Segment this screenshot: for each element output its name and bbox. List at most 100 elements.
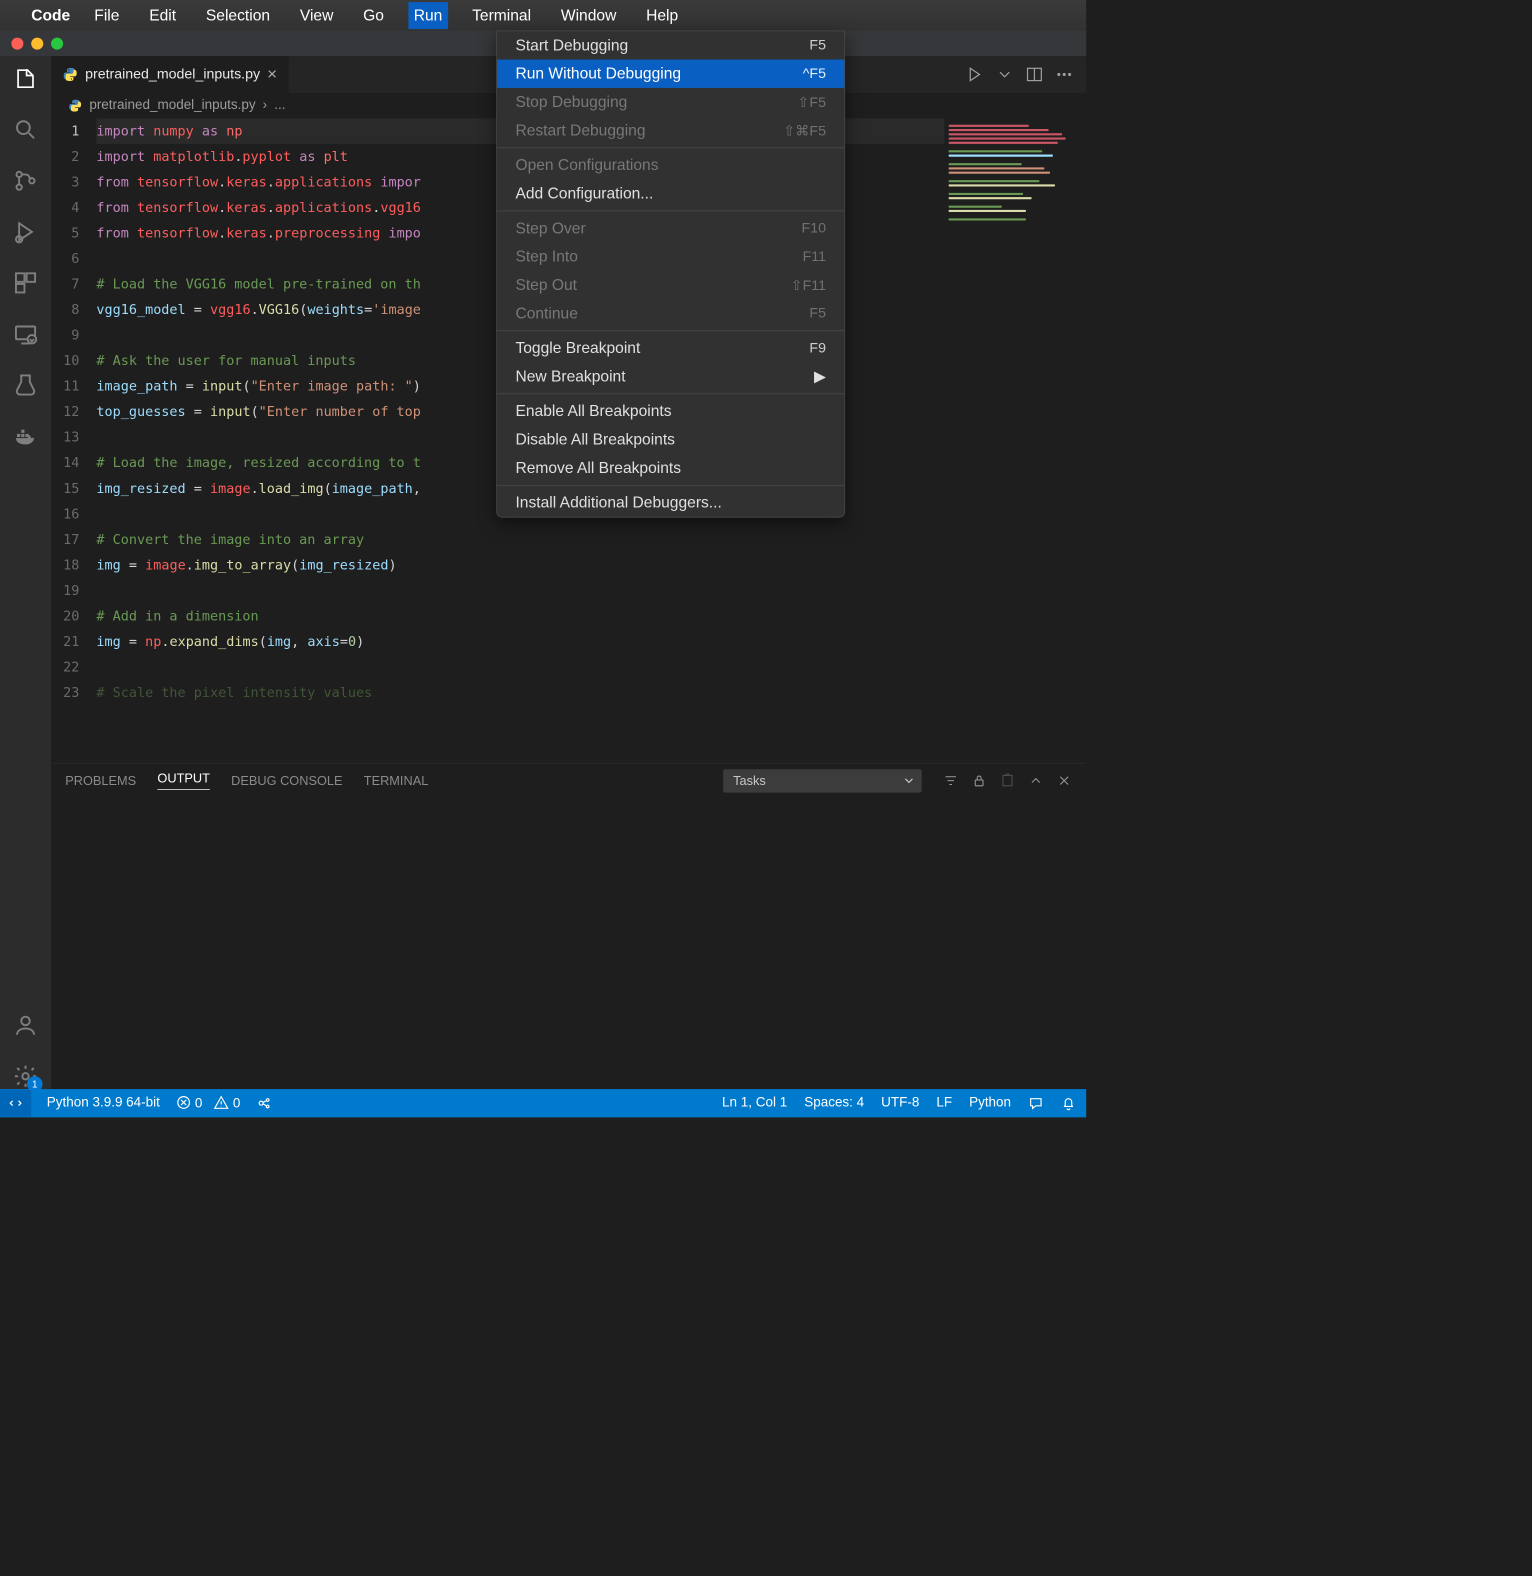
line-number: 3 [51,169,79,195]
menu-go[interactable]: Go [357,2,389,29]
accounts-icon[interactable] [13,1012,39,1038]
menu-item-stop-debugging: Stop Debugging⇧F5 [497,88,844,116]
output-channel-select[interactable]: Tasks [723,769,922,792]
menu-item-label: Restart Debugging [515,121,645,139]
tab-close-icon[interactable]: × [267,65,277,85]
menu-shortcut: F5 [809,305,826,321]
menu-item-toggle-breakpoint[interactable]: Toggle BreakpointF9 [497,334,844,362]
menu-view[interactable]: View [294,2,339,29]
panel-tab-debug-console[interactable]: DEBUG CONSOLE [231,773,342,788]
breadcrumb-sep-icon: › [263,98,267,114]
status-bar: Python 3.9.9 64-bit 0 0 Ln 1, Col 1 Spac… [0,1089,1086,1117]
status-python-version[interactable]: Python 3.9.9 64-bit [47,1095,160,1111]
menu-item-label: Step Into [515,247,577,265]
menu-item-remove-all-breakpoints[interactable]: Remove All Breakpoints [497,454,844,482]
panel-tab-problems[interactable]: PROBLEMS [65,773,136,788]
chevron-down-icon[interactable] [995,65,1013,83]
menu-item-label: Disable All Breakpoints [515,430,675,448]
line-number: 12 [51,399,79,425]
code-line[interactable] [96,578,1086,604]
menu-shortcut: F10 [802,220,826,236]
status-problems[interactable]: 0 0 [175,1095,240,1112]
search-icon[interactable] [13,117,39,143]
menu-selection[interactable]: Selection [200,2,276,29]
code-line[interactable]: # Scale the pixel intensity values [96,680,1086,706]
line-number: 22 [51,654,79,680]
menu-shortcut: ⇧F5 [798,93,826,111]
close-panel-icon[interactable] [1056,773,1072,789]
run-debug-icon[interactable] [13,219,39,245]
line-number: 6 [51,246,79,272]
code-line[interactable] [96,654,1086,680]
menu-edit[interactable]: Edit [144,2,182,29]
clear-output-icon[interactable] [1000,773,1016,789]
line-number: 15 [51,476,79,502]
panel-tab-output[interactable]: OUTPUT [157,771,209,789]
explorer-icon[interactable] [13,66,39,92]
settings-gear-icon[interactable]: 1 [13,1064,39,1090]
remote-indicator-icon[interactable] [0,1090,31,1117]
code-line[interactable]: # Add in a dimension [96,603,1086,629]
docker-icon[interactable] [13,423,39,449]
menu-shortcut: F11 [803,249,826,265]
menu-item-disable-all-breakpoints[interactable]: Disable All Breakpoints [497,425,844,453]
menu-item-run-without-debugging[interactable]: Run Without Debugging^F5 [497,60,844,88]
testing-icon[interactable] [13,372,39,398]
menu-run[interactable]: Run [408,2,448,29]
python-file-icon [68,99,82,113]
status-encoding[interactable]: UTF-8 [881,1095,919,1111]
panel-tab-terminal[interactable]: TERMINAL [364,773,429,788]
status-cursor-position[interactable]: Ln 1, Col 1 [722,1095,787,1111]
minimap[interactable] [944,118,1086,231]
menu-item-start-debugging[interactable]: Start DebuggingF5 [497,31,844,59]
menu-item-install-additional-debuggers[interactable]: Install Additional Debuggers... [497,489,844,517]
code-line[interactable]: # Convert the image into an array [96,527,1086,553]
line-number: 11 [51,374,79,400]
feedback-icon[interactable] [1028,1095,1044,1111]
line-number: 14 [51,450,79,476]
menu-file[interactable]: File [89,2,125,29]
app-name[interactable]: Code [31,6,70,24]
output-content[interactable] [51,798,1086,1089]
run-file-icon[interactable] [966,65,984,83]
filter-icon[interactable] [943,773,959,789]
menu-item-label: New Breakpoint [515,367,625,385]
status-live-share-icon[interactable] [256,1095,272,1111]
code-line[interactable]: img = np.expand_dims(img, axis=0) [96,629,1086,655]
run-menu-dropdown: Start DebuggingF5Run Without Debugging^F… [496,30,845,517]
menu-window[interactable]: Window [555,2,622,29]
source-control-icon[interactable] [13,168,39,194]
menu-item-label: Install Additional Debuggers... [515,493,721,511]
more-actions-icon[interactable] [1055,65,1073,83]
tab-active[interactable]: pretrained_model_inputs.py × [51,56,288,93]
line-number: 7 [51,272,79,298]
line-number: 9 [51,323,79,349]
line-number: 23 [51,680,79,706]
macos-menubar: Code File Edit Selection View Go Run Ter… [0,0,1086,30]
status-indent[interactable]: Spaces: 4 [804,1095,864,1111]
menu-item-new-breakpoint[interactable]: New Breakpoint▶ [497,362,844,390]
menu-item-label: Step Out [515,276,577,294]
chevron-down-icon [902,774,916,788]
menu-terminal[interactable]: Terminal [466,2,536,29]
menu-shortcut: ^F5 [803,66,826,82]
menu-item-label: Step Over [515,219,585,237]
menu-item-add-configuration[interactable]: Add Configuration... [497,179,844,207]
panel-tabs: PROBLEMS OUTPUT DEBUG CONSOLE TERMINAL T… [51,764,1086,798]
status-language[interactable]: Python [969,1095,1011,1111]
status-eol[interactable]: LF [936,1095,952,1111]
extensions-icon[interactable] [13,270,39,296]
remote-explorer-icon[interactable] [13,321,39,347]
menu-item-label: Continue [515,304,577,322]
line-number: 20 [51,603,79,629]
menu-item-enable-all-breakpoints[interactable]: Enable All Breakpoints [497,397,844,425]
menu-help[interactable]: Help [640,2,683,29]
menu-item-continue: Continue F5 [497,299,844,327]
code-line[interactable]: img = image.img_to_array(img_resized) [96,552,1086,578]
line-number: 1 [51,118,79,144]
menu-item-step-into: Step Into F11 [497,242,844,270]
lock-scroll-icon[interactable] [971,773,987,789]
maximize-panel-icon[interactable] [1028,773,1044,789]
notifications-bell-icon[interactable] [1061,1095,1077,1111]
split-editor-icon[interactable] [1025,65,1043,83]
